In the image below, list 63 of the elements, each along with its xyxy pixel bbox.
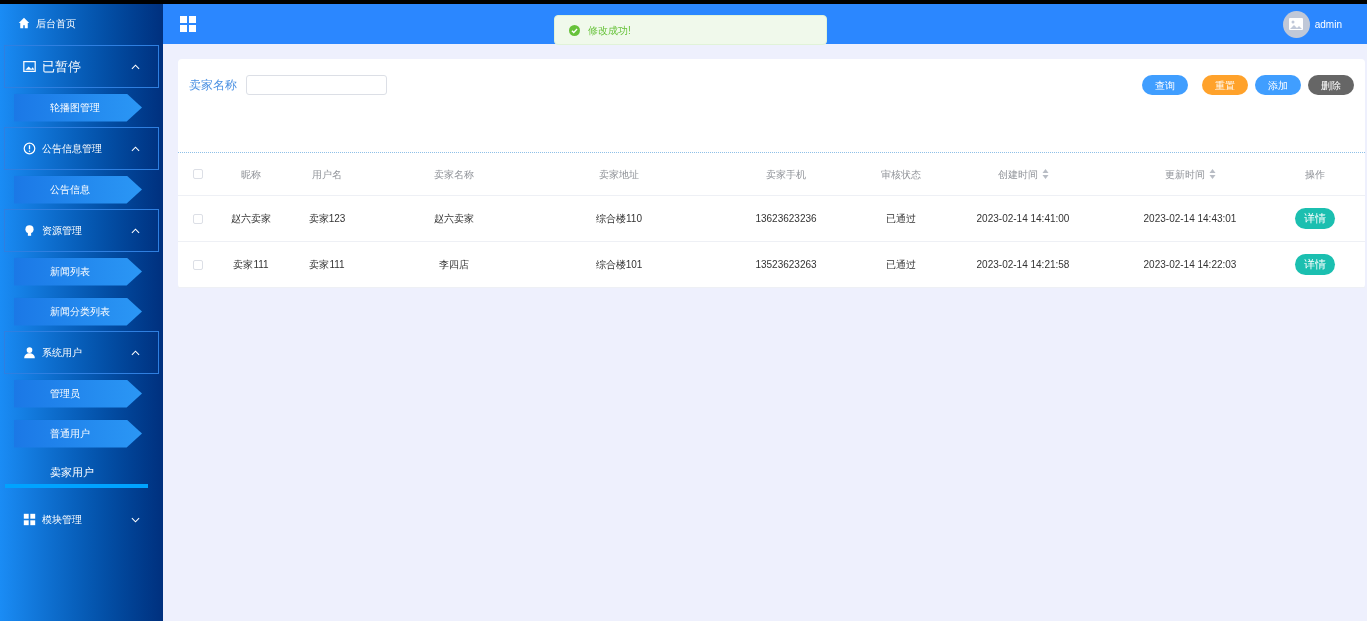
menu-item[interactable]: 公告信息 xyxy=(14,175,142,204)
sort-icon[interactable] xyxy=(1041,169,1049,179)
info-icon xyxy=(23,142,36,155)
grid-icon xyxy=(23,513,36,526)
table-cell-text: 卖家111 xyxy=(233,258,269,272)
bulb-icon xyxy=(23,224,36,237)
sidebar-item[interactable]: 后台首页 xyxy=(0,12,163,34)
table-cell-text: 卖家111 xyxy=(309,258,345,272)
image-icon xyxy=(1289,18,1304,30)
column-header: 用户名 xyxy=(312,167,342,182)
reset-button[interactable]: 重置 xyxy=(1202,75,1248,95)
table-cell-text: 13523623263 xyxy=(755,258,817,272)
search-field[interactable] xyxy=(246,75,387,95)
table-cell-text: 综合楼110 xyxy=(596,212,642,226)
table-cell-text: 2023-02-14 14:43:01 xyxy=(1143,212,1237,226)
menu-group[interactable]: 已暂停 xyxy=(4,45,159,88)
table-cell-text: 已通过 xyxy=(886,212,916,226)
table-cell-text: 2023-02-14 14:41:00 xyxy=(976,212,1070,226)
grid-icon[interactable] xyxy=(180,16,196,32)
menu-item[interactable]: 卖家用户 xyxy=(50,463,163,481)
username[interactable]: admin xyxy=(1314,16,1342,32)
column-header: 卖家地址 xyxy=(599,167,639,182)
menu-item[interactable]: 普通用户 xyxy=(14,419,142,448)
menu-item[interactable]: 新闻列表 xyxy=(14,257,142,286)
checkbox[interactable] xyxy=(193,169,203,179)
checkbox[interactable] xyxy=(193,259,203,270)
column-header: 操作 xyxy=(1304,167,1325,182)
details-button[interactable]: 详情 xyxy=(1294,208,1335,229)
menu-group[interactable]: 公告信息管理 xyxy=(4,127,159,170)
menu-item[interactable]: 轮播图管理 xyxy=(14,93,142,122)
table-cell-text: 赵六卖家 xyxy=(231,212,271,226)
table-cell-text: 13623623236 xyxy=(755,212,817,226)
table-cell-text: 综合楼101 xyxy=(595,258,643,272)
table-cell-text: 卖家123 xyxy=(308,212,346,226)
column-header: 审核状态 xyxy=(881,167,921,182)
query-button[interactable]: 查询 xyxy=(1142,75,1188,95)
column-header: 卖家名称 xyxy=(434,167,474,182)
table-cell-text: 2023-02-14 14:21:58 xyxy=(976,258,1070,272)
details-button[interactable]: 详情 xyxy=(1294,254,1335,275)
image-icon xyxy=(23,60,36,73)
table-cell-text: 已通过 xyxy=(886,258,916,272)
add-button[interactable]: 添加 xyxy=(1255,75,1301,95)
avatar[interactable] xyxy=(1282,10,1310,38)
success-icon xyxy=(569,24,580,36)
delete-button[interactable]: 删除 xyxy=(1308,75,1354,95)
menu-group[interactable]: 模块管理 xyxy=(4,498,159,541)
menu-item[interactable]: 新闻分类列表 xyxy=(14,297,142,326)
user-icon xyxy=(23,346,36,359)
table-cell-text: 李四店 xyxy=(439,258,469,272)
home-icon xyxy=(18,17,30,29)
toast: 修改成功! xyxy=(554,15,827,45)
column-header: 卖家手机 xyxy=(766,167,806,182)
menu-item[interactable]: 管理员 xyxy=(14,379,142,408)
column-header: 昵称 xyxy=(241,167,261,182)
menu-group[interactable]: 资源管理 xyxy=(4,209,159,252)
table-cell-text: 赵六卖家 xyxy=(434,212,474,226)
table-cell-text: 2023-02-14 14:22:03 xyxy=(1143,258,1237,272)
column-header[interactable]: 更新时间 xyxy=(1164,166,1205,182)
search-label: 卖家名称 xyxy=(189,77,237,94)
menu-group[interactable]: 系统用户 xyxy=(4,331,159,374)
sort-icon[interactable] xyxy=(1208,169,1216,179)
column-header[interactable]: 创建时间 xyxy=(997,166,1038,182)
checkbox[interactable] xyxy=(193,213,203,224)
